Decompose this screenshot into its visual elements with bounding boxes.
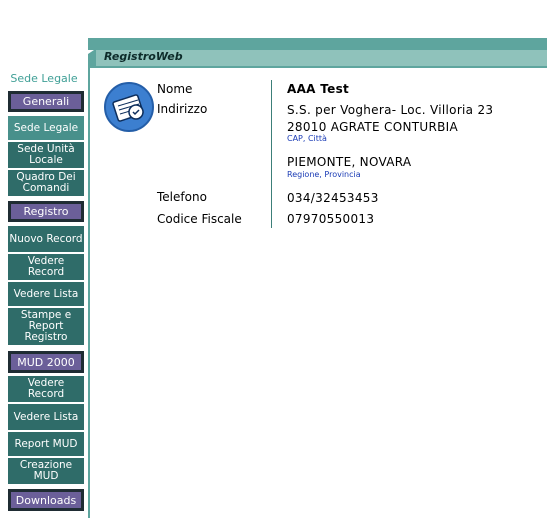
nome-value: AAA Test xyxy=(287,82,350,96)
cap-hint: CAP, Città xyxy=(287,134,327,143)
nav-item-nuovo-record[interactable]: Nuovo Record xyxy=(8,226,84,253)
region-line: PIEMONTE, NOVARA xyxy=(287,155,412,169)
column-separator xyxy=(271,80,272,228)
nav-item-creazione-mud[interactable]: Creazione MUD xyxy=(8,458,84,485)
nav-item-quadro-dei-comandi[interactable]: Quadro Dei Comandi xyxy=(8,170,84,197)
nav-group-registro[interactable]: Registro xyxy=(8,201,84,222)
nav-item-sede-unita-locale[interactable]: Sede Unità Locale xyxy=(8,142,84,169)
nav-item-vedere-record[interactable]: Vedere Record xyxy=(8,254,84,281)
company-logo-icon xyxy=(104,82,154,132)
nav-item-mud-vedere-lista[interactable]: Vedere Lista xyxy=(8,404,84,431)
nav-group-downloads[interactable]: Downloads xyxy=(8,489,84,511)
nav-item-report-mud[interactable]: Report MUD xyxy=(8,432,84,457)
sidebar-divider xyxy=(88,66,90,518)
app-title: RegistroWeb xyxy=(104,50,183,63)
telefono-value: 034/32453453 xyxy=(287,191,379,205)
indirizzo-line2: 28010 AGRATE CONTURBIA xyxy=(287,120,458,134)
nav-group-generali[interactable]: Generali xyxy=(8,91,84,112)
header-divider xyxy=(88,66,547,68)
nav-item-mud-vedere-record[interactable]: Vedere Record xyxy=(8,376,84,403)
telefono-label: Telefono xyxy=(157,190,207,204)
codice-fiscale-value: 07970550013 xyxy=(287,212,375,226)
nav-item-stampe-report[interactable]: Stampe e Report Registro xyxy=(8,308,84,346)
region-hint: Regione, Provincia xyxy=(287,170,361,179)
codice-fiscale-label: Codice Fiscale xyxy=(157,212,242,226)
nav-item-sede-legale[interactable]: Sede Legale xyxy=(8,116,84,141)
nav-group-mud-2000[interactable]: MUD 2000 xyxy=(8,351,84,373)
nome-label: Nome xyxy=(157,82,193,96)
indirizzo-line1: S.S. per Voghera- Loc. Villoria 23 xyxy=(287,103,494,117)
sidebar-caption: Sede Legale xyxy=(10,72,78,85)
nav-item-vedere-lista[interactable]: Vedere Lista xyxy=(8,282,84,307)
indirizzo-label: Indirizzo xyxy=(157,102,208,116)
